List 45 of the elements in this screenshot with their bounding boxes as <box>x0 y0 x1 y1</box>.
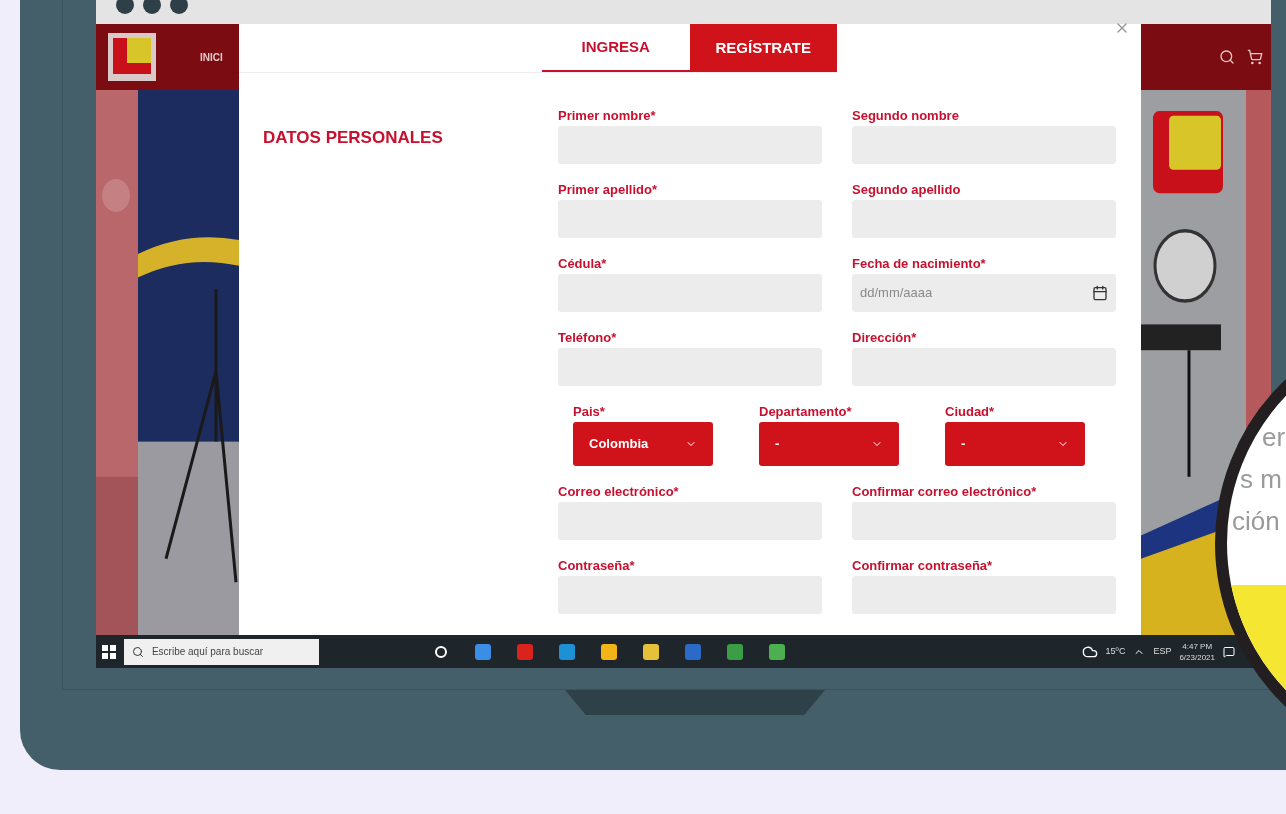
field-label: Ciudad* <box>945 403 996 421</box>
notification-icon[interactable] <box>1223 645 1235 658</box>
clock-date: 6/23/2021 <box>1179 651 1215 663</box>
language-text[interactable]: ESP <box>1153 644 1172 659</box>
field-label: Cédula* <box>558 255 608 273</box>
field-label: Fecha de nacimiento* <box>852 255 987 273</box>
cart-icon[interactable] <box>1247 49 1263 65</box>
section-title: DATOS PERSONALES <box>263 128 443 147</box>
magnified-text: er <box>1262 421 1286 454</box>
select-dropdown[interactable]: Colombia <box>573 422 713 466</box>
magnified-text: s m <box>1240 463 1282 496</box>
search-input[interactable]: Escribe aquí para buscar <box>151 644 311 659</box>
magnified-text: ción <box>1232 505 1280 538</box>
search-icon <box>132 645 144 658</box>
field-label: Confirmar correo electrónico* <box>852 483 1038 501</box>
field-label: Correo electrónico* <box>558 483 680 501</box>
app-icon[interactable] <box>727 643 743 660</box>
taskbar-search-field[interactable]: Escribe aquí para buscar <box>124 638 319 665</box>
clock-time: 4:47 PM <box>1182 640 1213 652</box>
field-label: Contraseña* <box>558 557 636 575</box>
field-label: Primer apellido* <box>558 181 658 199</box>
tab[interactable]: REGÍSTRATE <box>689 24 837 72</box>
calendar-icon[interactable] <box>1092 285 1108 301</box>
select-dropdown[interactable]: - <box>945 422 1085 466</box>
field-label: Confirmar contraseña* <box>852 557 994 575</box>
field-label: Departamento* <box>759 403 853 421</box>
app-icon[interactable] <box>475 643 491 660</box>
windows-icon[interactable] <box>102 644 116 659</box>
field-label: Teléfono* <box>558 329 618 347</box>
field-label: Segundo nombre <box>852 107 960 125</box>
search-icon[interactable] <box>1219 49 1235 65</box>
field-label: Dirección* <box>852 329 918 347</box>
app-icon[interactable] <box>643 643 659 660</box>
date-input[interactable]: dd/mm/aaaa <box>860 283 1060 303</box>
app-icon[interactable] <box>559 643 575 660</box>
field-label: Segundo apellido <box>852 181 962 199</box>
app-icon[interactable] <box>769 643 785 660</box>
field-label: Primer nombre* <box>558 107 657 125</box>
date-field[interactable]: dd/mm/aaaa <box>852 274 1116 312</box>
select-dropdown[interactable]: - <box>759 422 899 466</box>
field-label: Pais* <box>573 403 606 421</box>
app-icon[interactable] <box>601 643 617 660</box>
logo-icon <box>108 33 156 81</box>
weather-text: 15ºC <box>1105 644 1126 658</box>
nav-link[interactable]: INICI <box>200 49 223 65</box>
